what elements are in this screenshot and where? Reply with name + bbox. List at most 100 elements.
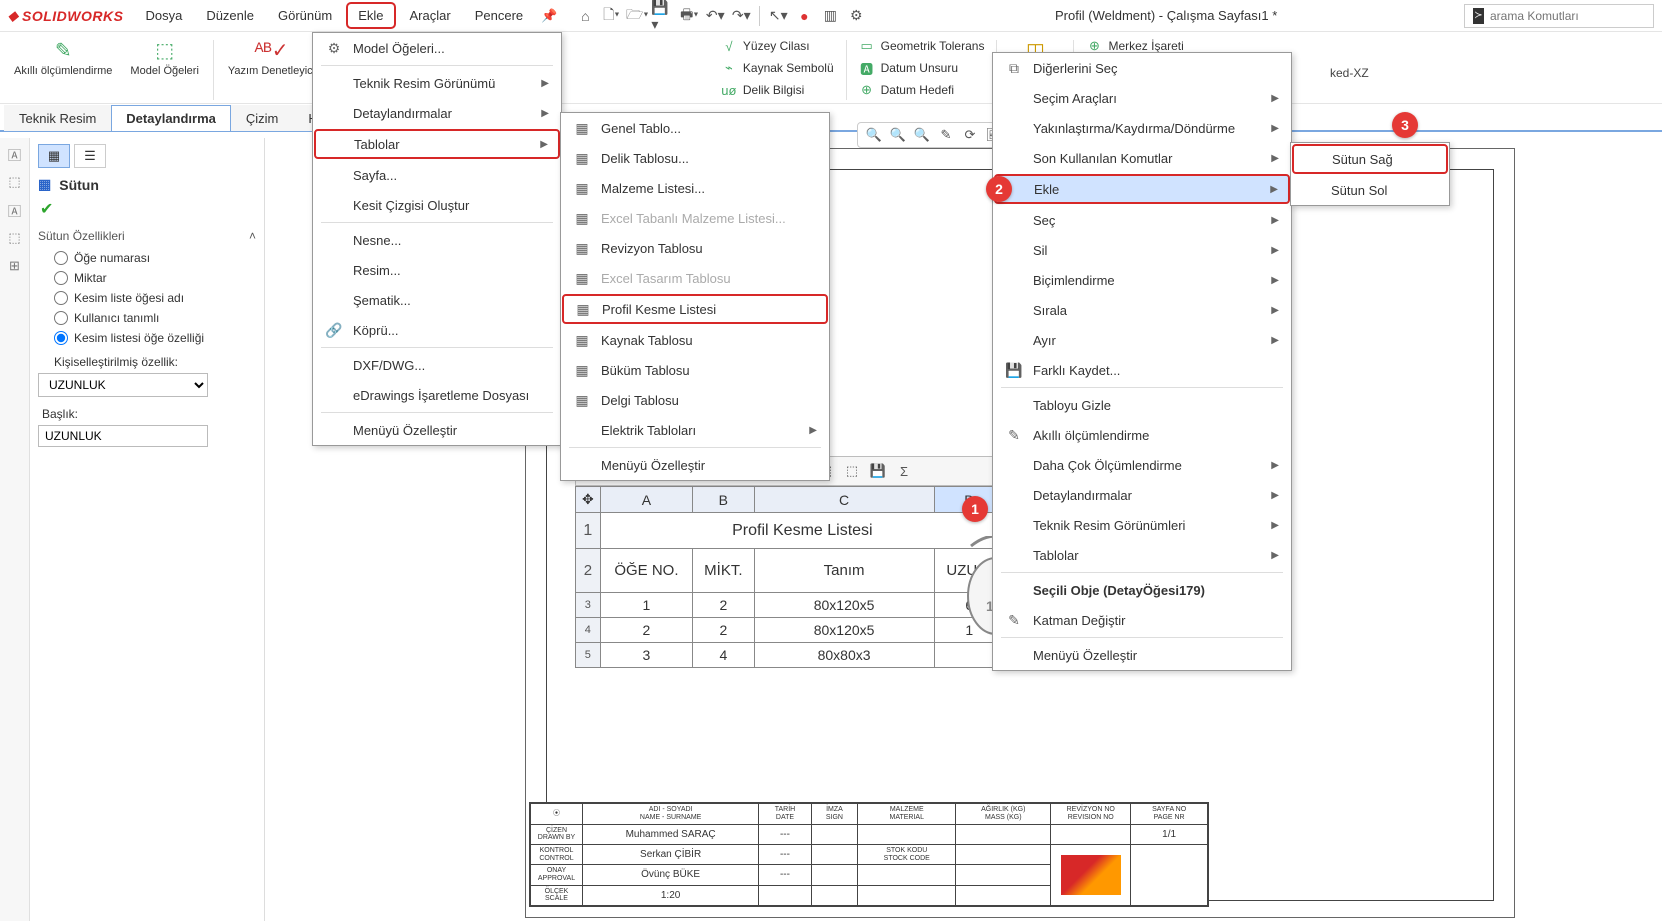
cut-list-table[interactable]: ✥ A B C D 1Profil Kesme Listesi 2 ÖĞE NO…: [575, 486, 1005, 668]
menu-gorunum[interactable]: Görünüm: [268, 4, 342, 27]
menu-item[interactable]: Menüyü Özelleştir: [993, 640, 1291, 670]
zoom-prev-icon[interactable]: 🔍: [912, 125, 932, 145]
open-icon[interactable]: 🗁▾: [625, 4, 649, 28]
menu-item[interactable]: Teknik Resim Görünümleri▶: [993, 510, 1291, 540]
property-select[interactable]: UZUNLUK: [38, 373, 208, 397]
save-icon[interactable]: 💾▾: [651, 4, 675, 28]
menu-item[interactable]: Nesne...: [313, 225, 561, 255]
menu-ekle[interactable]: Ekle: [346, 2, 395, 29]
tt-save-icon[interactable]: 💾: [868, 461, 888, 481]
menu-item[interactable]: Tablolar▶: [993, 540, 1291, 570]
new-icon[interactable]: 🗋▾: [599, 4, 623, 28]
menu-item[interactable]: ⧉Diğerlerini Seç: [993, 53, 1291, 83]
rb-model-items[interactable]: ⬚Model Öğeleri: [124, 36, 204, 79]
table-corner[interactable]: ✥: [576, 487, 601, 513]
menu-item[interactable]: Son Kullanılan Komutlar▶: [993, 143, 1291, 173]
hdr-mikt[interactable]: MİKT.: [693, 549, 754, 593]
rb-weld-symbol[interactable]: ⌁Kaynak Sembolü: [717, 58, 838, 78]
table-title[interactable]: Profil Kesme Listesi: [600, 513, 1004, 549]
menu-item[interactable]: Daha Çok Ölçümlendirme▶: [993, 450, 1291, 480]
rb-spell[interactable]: ᴬᴮ✓Yazım Denetleyici: [222, 36, 321, 79]
menu-araclar[interactable]: Araçlar: [400, 4, 461, 27]
menu-item[interactable]: ▦Delgi Tablosu: [561, 385, 829, 415]
menu-item[interactable]: ✎Akıllı ölçümlendirme: [993, 420, 1291, 450]
menu-item[interactable]: Tabloyu Gizle: [993, 390, 1291, 420]
menu-item[interactable]: Seç▶: [993, 205, 1291, 235]
menu-item[interactable]: ▦Malzeme Listesi...: [561, 173, 829, 203]
menu-item[interactable]: Detaylandırmalar▶: [993, 480, 1291, 510]
sb-icon-3[interactable]: 🄰: [5, 200, 25, 220]
tt-sum-icon[interactable]: Σ: [894, 461, 914, 481]
menu-item[interactable]: Menüyü Özelleştir: [561, 450, 829, 480]
menu-item[interactable]: Tablolar▶: [314, 129, 560, 159]
menu-item[interactable]: ▦Delik Tablosu...: [561, 143, 829, 173]
col-c[interactable]: C: [754, 487, 934, 513]
menu-item[interactable]: ▦Genel Tablo...: [561, 113, 829, 143]
menu-item[interactable]: eDrawings İşaretleme Dosyası: [313, 380, 561, 410]
menu-item[interactable]: ✎Katman Değiştir: [993, 605, 1291, 635]
home-icon[interactable]: ⌂: [573, 4, 597, 28]
print-icon[interactable]: 🖶▾: [677, 4, 701, 28]
menu-dosya[interactable]: Dosya: [135, 4, 192, 27]
menu-item[interactable]: Menüyü Özelleştir: [313, 415, 561, 445]
tool-icon[interactable]: ✎: [936, 125, 956, 145]
menu-item[interactable]: Sayfa...: [313, 160, 561, 190]
menu-item[interactable]: ▦Büküm Tablosu: [561, 355, 829, 385]
menu-item[interactable]: ▦Kaynak Tablosu: [561, 325, 829, 355]
col-b[interactable]: B: [693, 487, 754, 513]
tab-cizim[interactable]: Çizim: [231, 105, 294, 131]
settings-icon[interactable]: ⚙: [844, 4, 868, 28]
baslik-input[interactable]: [38, 425, 208, 447]
menu-item[interactable]: Sil▶: [993, 235, 1291, 265]
search-input[interactable]: [1490, 9, 1645, 23]
menu-item[interactable]: Sütun Sol: [1291, 175, 1449, 205]
hdr-tanim[interactable]: Tanım: [754, 549, 934, 593]
rb-surface-finish[interactable]: √Yüzey Cilası: [717, 36, 838, 56]
menu-item[interactable]: Resim...: [313, 255, 561, 285]
menu-item[interactable]: Yakınlaştırma/Kaydırma/Döndürme▶: [993, 113, 1291, 143]
menu-item[interactable]: ⚙Model Öğeleri...: [313, 33, 561, 63]
sb-icon-4[interactable]: ⬚: [5, 228, 25, 248]
menu-item[interactable]: ▦Revizyon Tablosu: [561, 233, 829, 263]
tt-layer2-icon[interactable]: ⬚: [842, 461, 862, 481]
tab-teknik-resim[interactable]: Teknik Resim: [4, 105, 111, 131]
sb-icon-2[interactable]: ⬚: [5, 172, 25, 192]
menu-item[interactable]: ▦Profil Kesme Listesi: [562, 294, 828, 324]
menu-item[interactable]: Seçili Obje (DetayÖğesi179): [993, 575, 1291, 605]
refresh-icon[interactable]: ⟳: [960, 125, 980, 145]
pin-icon[interactable]: 📌: [541, 8, 557, 24]
zoom-area-icon[interactable]: 🔍: [888, 125, 908, 145]
menu-item[interactable]: Biçimlendirme▶: [993, 265, 1291, 295]
rb-datum-feature[interactable]: 🅰Datum Unsuru: [855, 58, 989, 78]
menu-item[interactable]: 💾Farklı Kaydet...: [993, 355, 1291, 385]
radio-oge-no[interactable]: Öğe numarası: [54, 251, 256, 265]
radio-miktar[interactable]: Miktar: [54, 271, 256, 285]
tab-detaylandirma[interactable]: Detaylandırma: [111, 105, 231, 131]
lp-tab-2[interactable]: ☰: [74, 144, 106, 168]
menu-pencere[interactable]: Pencere: [465, 4, 533, 27]
menu-item[interactable]: Ekle▶: [994, 174, 1290, 204]
radio-kesim-liste[interactable]: Kesim liste öğesi adı: [54, 291, 256, 305]
sb-icon-5[interactable]: ⊞: [5, 256, 25, 276]
lp-tab-1[interactable]: ▦: [38, 144, 70, 168]
options-icon[interactable]: ▥: [818, 4, 842, 28]
rb-hole-callout[interactable]: uøDelik Bilgisi: [717, 80, 838, 100]
menu-item[interactable]: Elektrik Tabloları▶: [561, 415, 829, 445]
menu-duzenle[interactable]: Düzenle: [196, 4, 264, 27]
menu-item[interactable]: Ayır▶: [993, 325, 1291, 355]
redo-icon[interactable]: ↷▾: [729, 4, 753, 28]
radio-kullanici[interactable]: Kullanıcı tanımlı: [54, 311, 256, 325]
menu-item[interactable]: Seçim Araçları▶: [993, 83, 1291, 113]
menu-item[interactable]: DXF/DWG...: [313, 350, 561, 380]
menu-item[interactable]: Sırala▶: [993, 295, 1291, 325]
menu-item[interactable]: Detaylandırmalar▶: [313, 98, 561, 128]
menu-item[interactable]: 🔗Köprü...: [313, 315, 561, 345]
select-icon[interactable]: ↖▾: [766, 4, 790, 28]
zoom-fit-icon[interactable]: 🔍: [864, 125, 884, 145]
hdr-oge-no[interactable]: ÖĞE NO.: [600, 549, 692, 593]
menu-item[interactable]: Sütun Sağ: [1292, 144, 1448, 174]
radio-kesim-listesi-oge[interactable]: Kesim listesi öğe özelliği: [54, 331, 256, 345]
search-box[interactable]: ≻: [1464, 4, 1654, 28]
rb-smart-dimension[interactable]: ✎Akıllı ölçümlendirme: [8, 36, 118, 79]
undo-icon[interactable]: ↶▾: [703, 4, 727, 28]
